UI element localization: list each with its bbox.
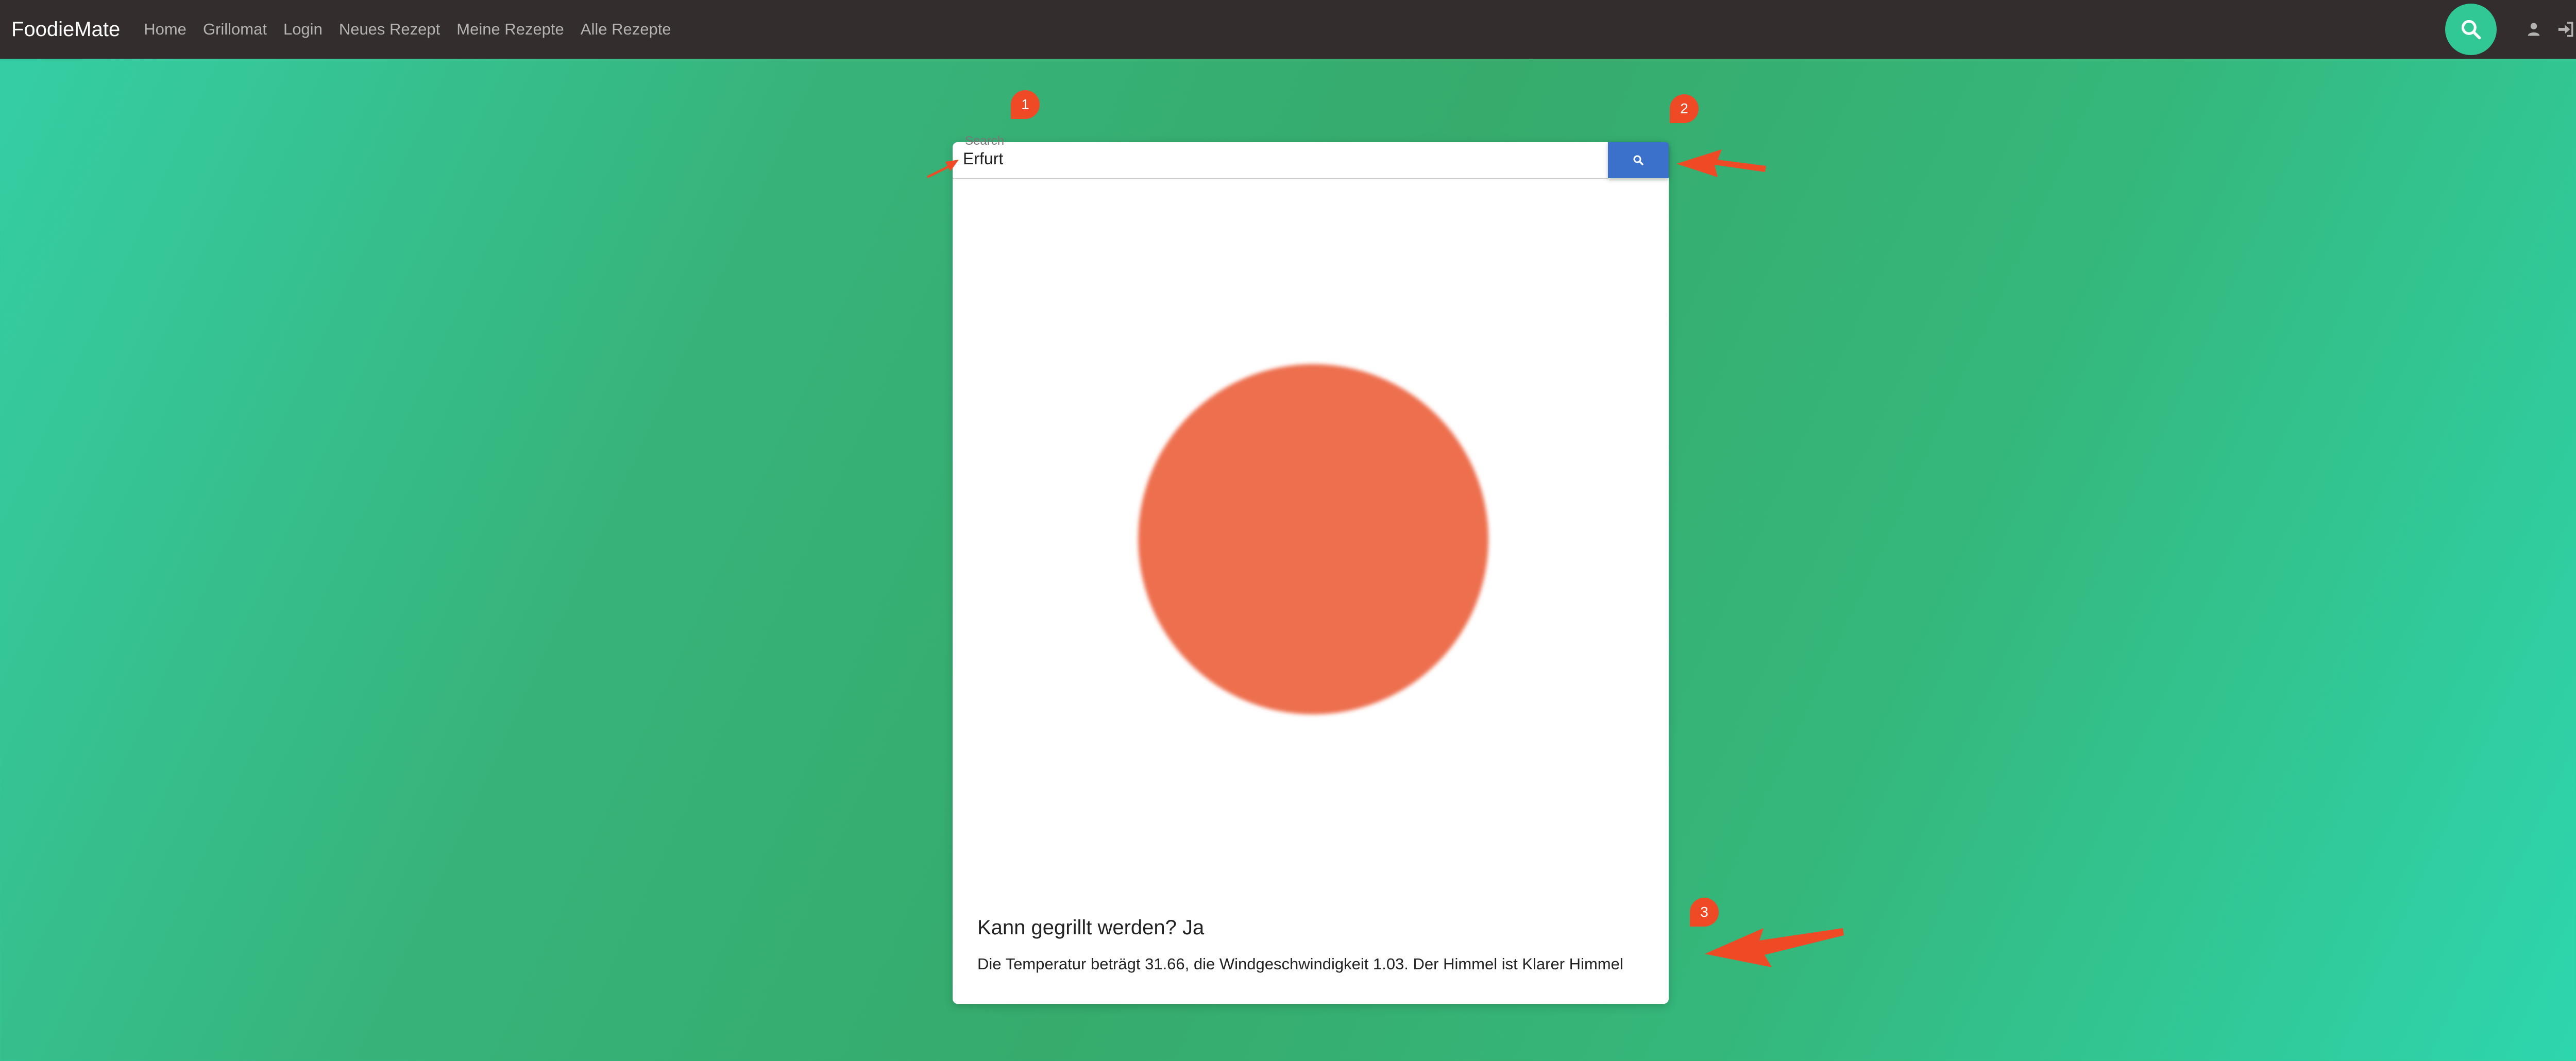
user-icon[interactable] — [2523, 19, 2544, 40]
annotation-marker-2: 2 — [1670, 94, 1699, 123]
sign-in-icon[interactable] — [2555, 19, 2576, 40]
nav-home[interactable]: Home — [144, 20, 187, 39]
top-navbar: FoodieMate Home Grillomat Login Neues Re… — [0, 0, 2576, 59]
search-submit-button[interactable] — [1608, 142, 1669, 178]
search-icon — [1633, 155, 1643, 165]
search-field: Search — [953, 134, 1608, 179]
nav-search-button[interactable] — [2445, 4, 2497, 55]
nav-neues-rezept[interactable]: Neues Rezept — [339, 20, 440, 39]
annotation-arrow-1 — [927, 160, 959, 178]
search-input[interactable] — [963, 148, 1597, 169]
nav-login[interactable]: Login — [283, 20, 323, 39]
weather-details: Die Temperatur beträgt 31.66, die Windge… — [977, 955, 1623, 973]
brand-logo[interactable]: FoodieMate — [11, 18, 120, 41]
nav-alle-rezepte[interactable]: Alle Rezepte — [581, 20, 671, 39]
grill-status-indicator — [1138, 364, 1488, 714]
annotation-arrow-2 — [1676, 149, 1766, 177]
search-icon — [2461, 20, 2481, 40]
navbar-actions — [2445, 0, 2576, 59]
grill-check-card: Search Kann gegrillt werden? Ja Die Temp… — [953, 134, 1669, 1004]
search-label: Search — [965, 134, 1005, 148]
annotation-marker-1: 1 — [1011, 90, 1040, 119]
nav-grillomat[interactable]: Grillomat — [203, 20, 267, 39]
annotation-arrow-3 — [1705, 928, 1844, 967]
grill-result-title: Kann gegrillt werden? Ja — [977, 916, 1205, 939]
nav-meine-rezepte[interactable]: Meine Rezepte — [456, 20, 564, 39]
